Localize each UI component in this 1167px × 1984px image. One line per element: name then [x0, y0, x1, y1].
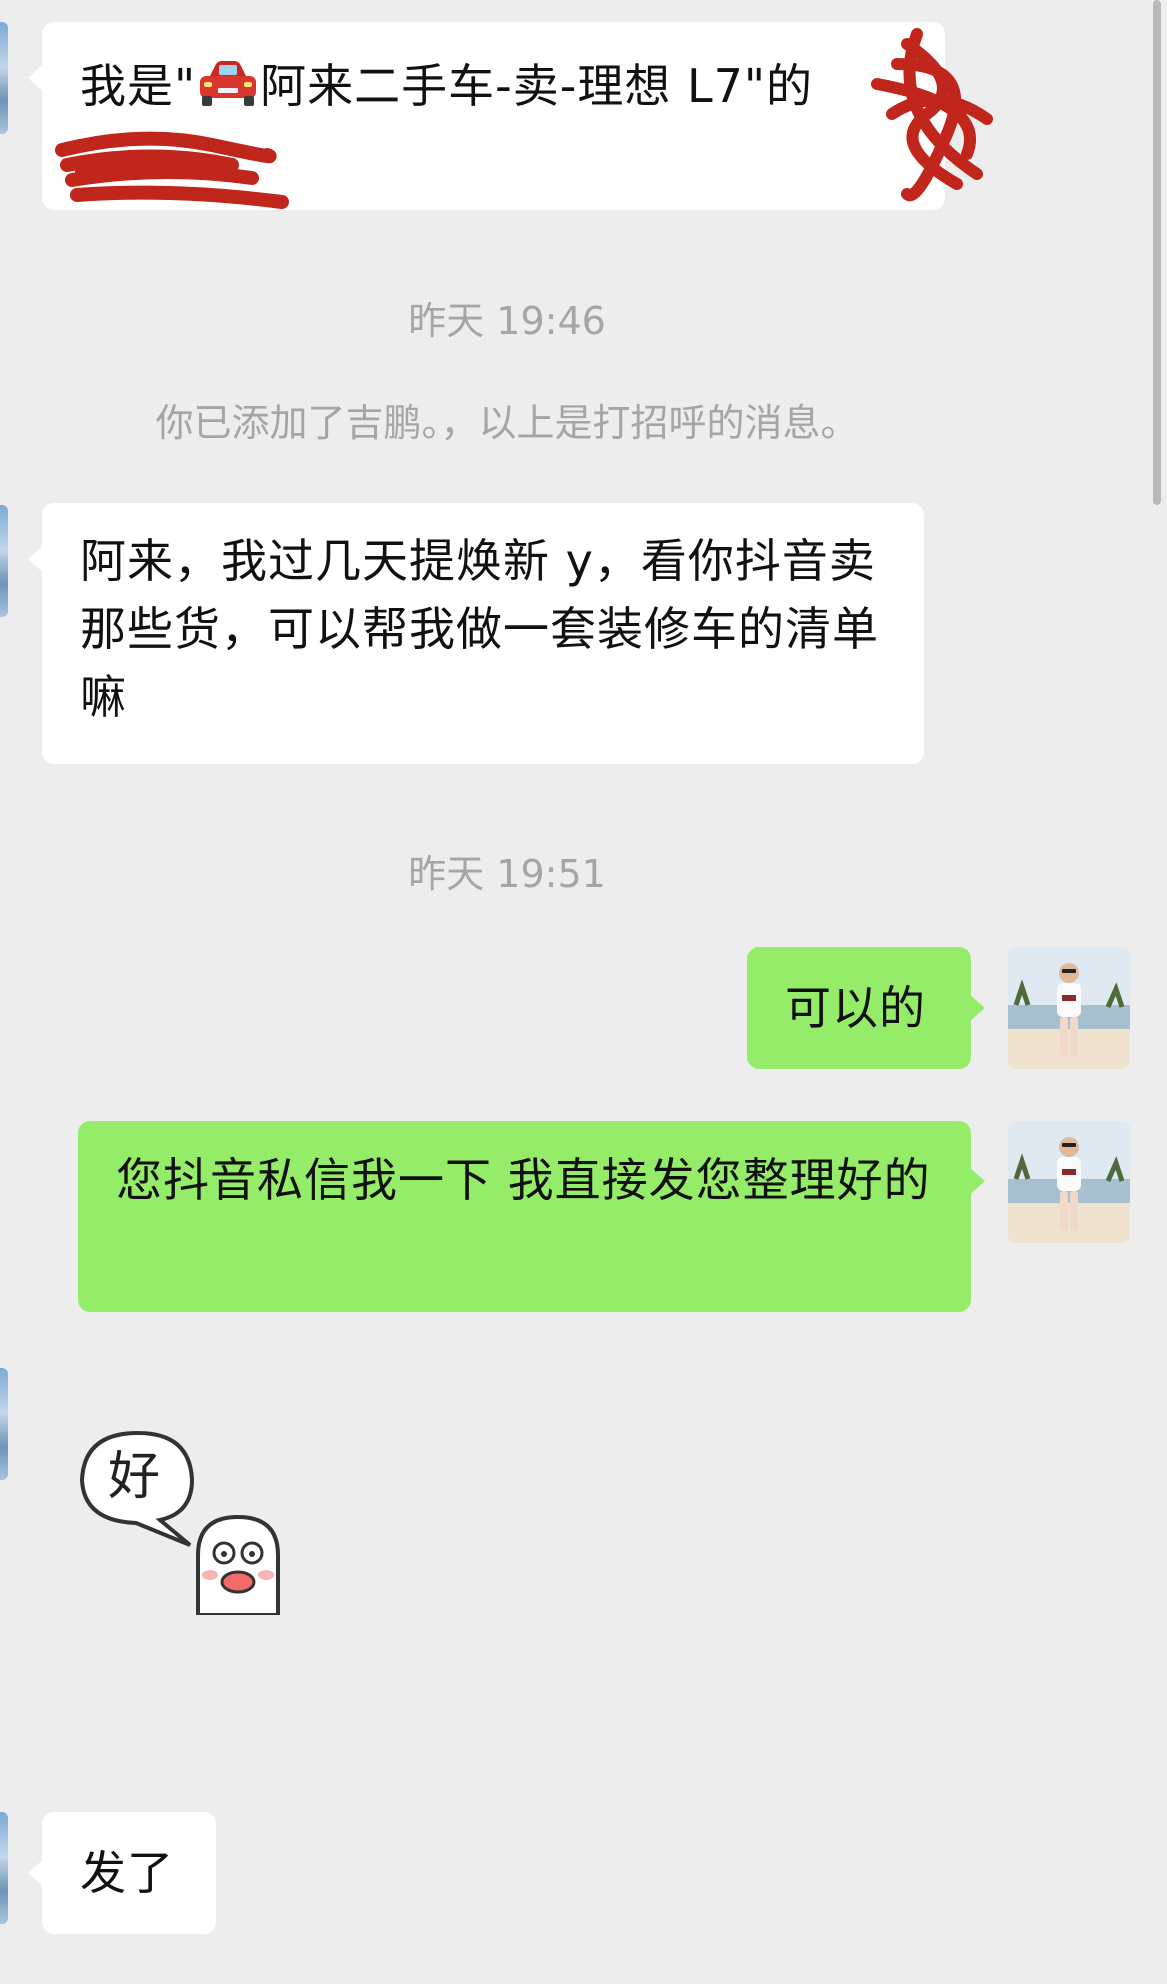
bubble-tail — [28, 1859, 44, 1887]
bubble-tail — [969, 1167, 985, 1195]
message-timestamp: 昨天 19:46 — [408, 299, 606, 343]
bubble-tail — [28, 64, 44, 92]
user-avatar[interactable] — [1008, 947, 1130, 1069]
greeting-prefix: 我是" — [80, 59, 197, 113]
scrollbar[interactable] — [1153, 0, 1161, 505]
redaction-scribble — [871, 28, 993, 202]
ghost-sticker[interactable]: 好 — [78, 1425, 318, 1615]
incoming-message[interactable]: 阿来，我过几天提焕新 y，看你抖音卖那些货，可以帮我做一套装修车的清单嘛 — [28, 503, 924, 764]
redaction-scribble — [55, 131, 289, 209]
sticker-text: 好 — [108, 1447, 161, 1507]
contact-avatar-edge[interactable] — [0, 22, 8, 134]
user-avatar[interactable] — [1008, 1121, 1130, 1243]
incoming-message-greeting[interactable]: 我是" 阿来二手车-卖-理想 L7"的 — [28, 22, 993, 210]
outgoing-message[interactable]: 您抖音私信我一下 我直接发您整理好的 — [78, 1121, 985, 1312]
contact-avatar-edge[interactable] — [0, 1812, 8, 1924]
bubble-tail — [969, 994, 985, 1022]
message-text: 您抖音私信我一下 我直接发您整理好的 — [116, 1153, 931, 1207]
bubble-tail — [28, 545, 44, 573]
incoming-message[interactable]: 发了 — [28, 1812, 216, 1934]
message-timestamp: 昨天 19:51 — [408, 852, 606, 896]
message-text: 阿来，我过几天提焕新 y，看你抖音卖那些货，可以帮我做一套装修车的清单嘛 — [80, 534, 879, 724]
message-text: 发了 — [80, 1846, 174, 1900]
greeting-suffix: 阿来二手车-卖-理想 L7"的 — [260, 59, 814, 113]
contact-avatar-edge[interactable] — [0, 1368, 8, 1480]
message-text: 可以的 — [785, 981, 926, 1035]
contact-avatar-edge[interactable] — [0, 505, 8, 617]
system-notice: 你已添加了吉鹏。，以上是打招呼的消息。 — [155, 401, 859, 445]
outgoing-message[interactable]: 可以的 — [747, 947, 985, 1069]
